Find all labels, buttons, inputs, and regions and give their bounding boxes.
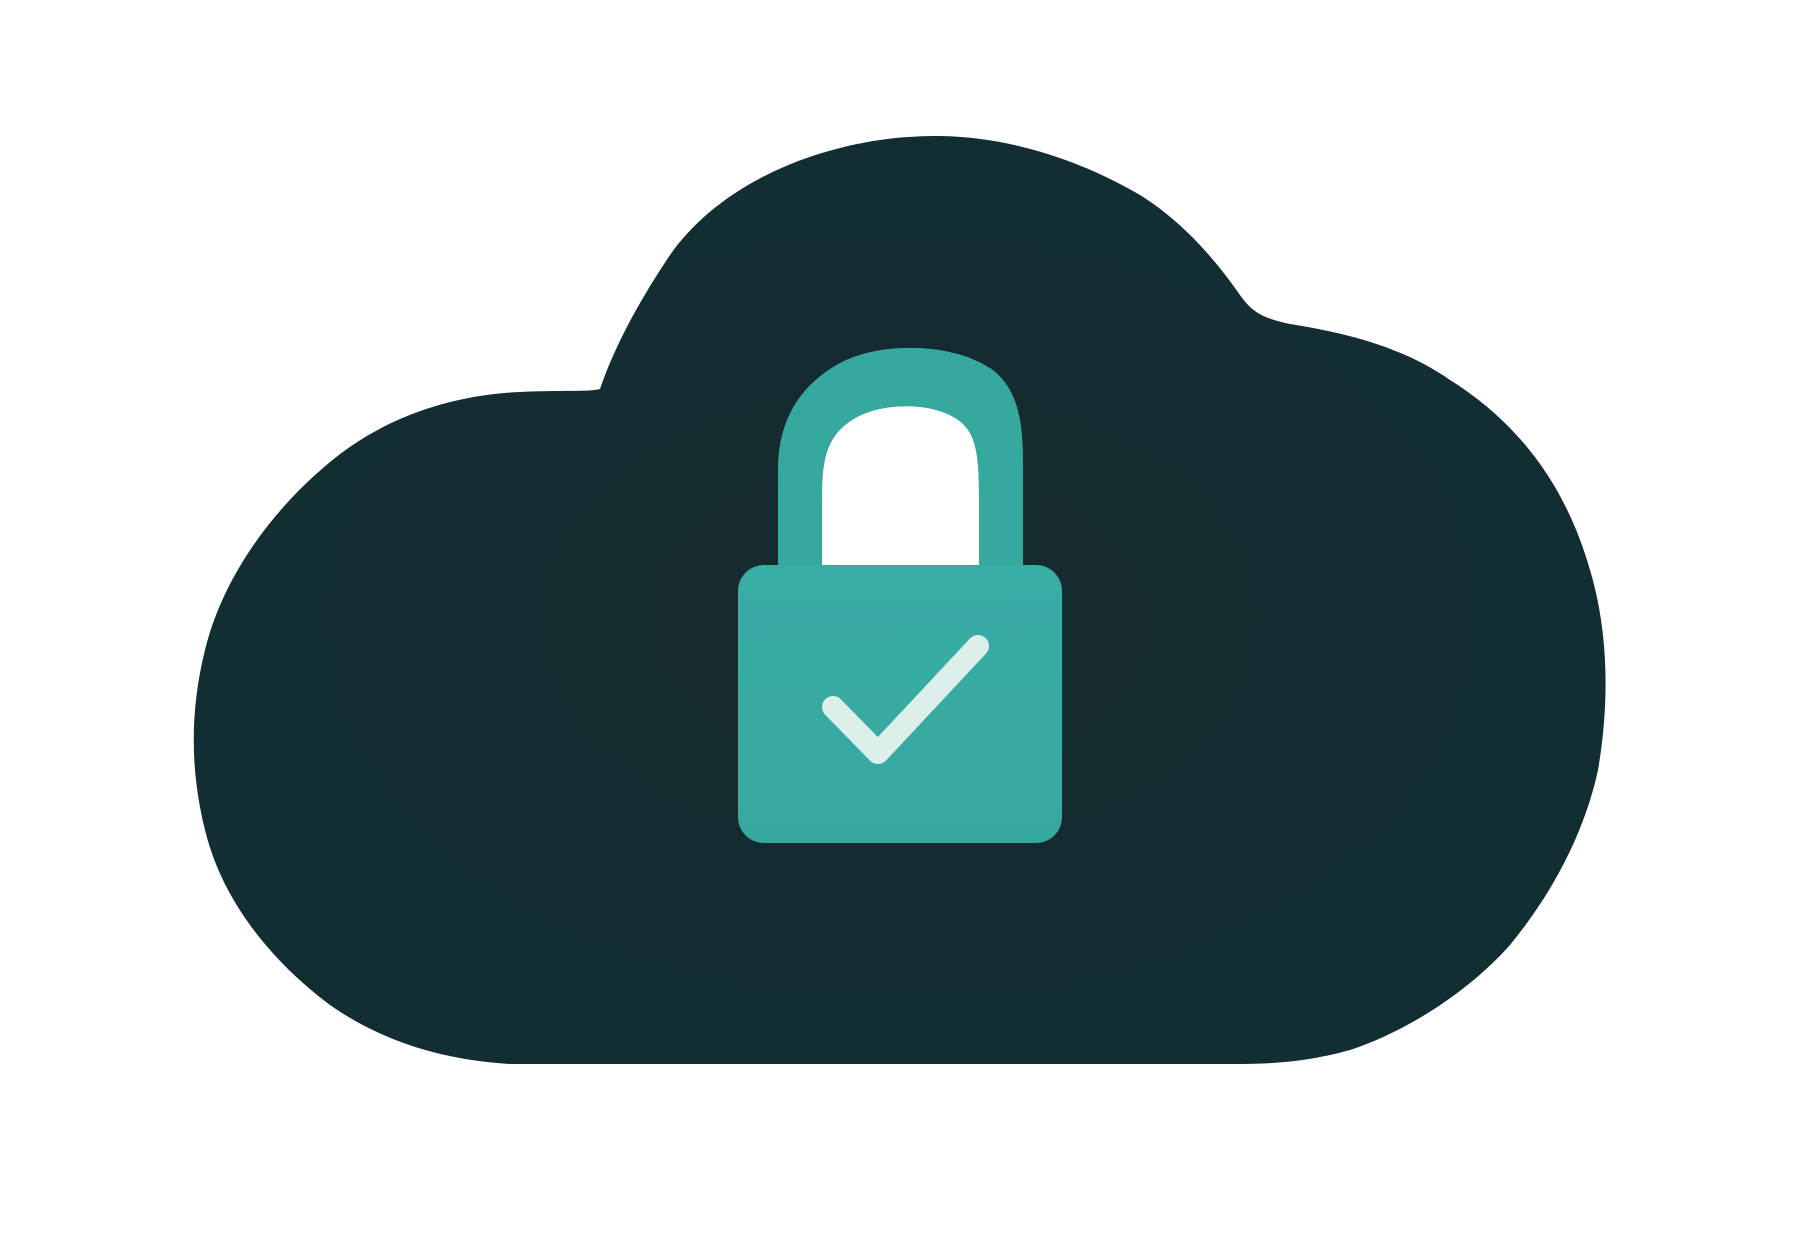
lock-shackle-opening [822,406,979,566]
padlock-icon [738,565,1062,843]
illustration-svg [193,136,1606,1064]
cloud-lock-illustration [0,0,1816,1260]
